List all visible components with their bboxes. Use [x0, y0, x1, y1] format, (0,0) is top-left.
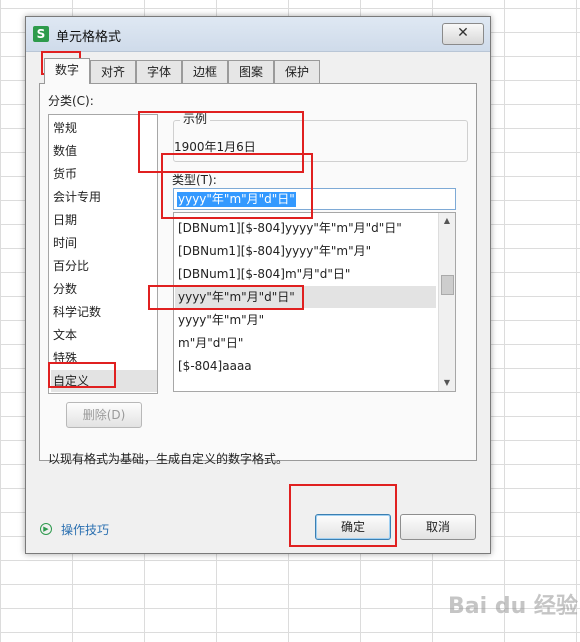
format-cells-dialog: S 单元格格式 ✕ 数字 对齐 字体 边框 图案 保护 分类(C): 常规 数值… — [25, 16, 491, 554]
category-item[interactable]: 常规 — [53, 117, 77, 139]
type-label: 类型(T): — [172, 173, 217, 187]
tab-number[interactable]: 数字 — [44, 58, 90, 84]
watermark: Bai du 经验 — [448, 594, 578, 619]
scroll-thumb[interactable] — [441, 275, 454, 295]
close-icon: ✕ — [457, 25, 469, 41]
format-item[interactable]: yyyy"年"m"月" — [178, 309, 264, 331]
tab-border[interactable]: 边框 — [182, 60, 228, 83]
app-icon: S — [33, 26, 49, 42]
tips-link[interactable]: 操作技巧 — [61, 521, 109, 538]
format-list-scrollbar[interactable]: ▲ ▼ — [438, 213, 455, 391]
number-tab-panel: 分类(C): 常规 数值 货币 会计专用 日期 时间 百分比 分数 科学记数 文… — [39, 83, 477, 466]
cancel-button[interactable]: 取消 — [400, 514, 476, 540]
category-item[interactable]: 分数 — [53, 278, 77, 300]
sample-value: 1900年1月6日 — [174, 140, 256, 154]
category-item[interactable]: 百分比 — [53, 255, 89, 277]
category-item-custom[interactable]: 自定义 — [51, 370, 157, 392]
format-item[interactable]: [DBNum1][$-804]yyyy"年"m"月"d"日" — [178, 217, 402, 239]
tab-pattern[interactable]: 图案 — [228, 60, 274, 83]
category-item[interactable]: 数值 — [53, 140, 77, 162]
tab-font[interactable]: 字体 — [136, 60, 182, 83]
title-bar[interactable]: S 单元格格式 ✕ — [26, 17, 490, 52]
category-item[interactable]: 文本 — [53, 324, 77, 346]
format-item[interactable]: [DBNum1][$-804]m"月"d"日" — [178, 263, 350, 285]
tab-alignment[interactable]: 对齐 — [90, 60, 136, 83]
format-item[interactable]: [DBNum1][$-804]yyyy"年"m"月" — [178, 240, 371, 262]
category-label: 分类(C): — [48, 94, 94, 108]
format-item[interactable]: m"月"d"日" — [178, 332, 243, 354]
category-item[interactable]: 会计专用 — [53, 186, 101, 208]
delete-button[interactable]: 删除(D) — [66, 402, 142, 428]
scroll-down-icon[interactable]: ▼ — [439, 375, 455, 391]
category-item[interactable]: 特殊 — [53, 347, 77, 369]
ok-button[interactable]: 确定 — [315, 514, 391, 540]
category-list[interactable]: 常规 数值 货币 会计专用 日期 时间 百分比 分数 科学记数 文本 特殊 自定… — [48, 114, 158, 394]
type-input-value: yyyy"年"m"月"d"日" — [177, 192, 296, 207]
format-list[interactable]: [DBNum1][$-804]yyyy"年"m"月"d"日" [DBNum1][… — [173, 212, 456, 392]
category-item[interactable]: 货币 — [53, 163, 77, 185]
category-item[interactable]: 日期 — [53, 209, 77, 231]
category-item[interactable]: 科学记数 — [53, 301, 101, 323]
dialog-title: 单元格格式 — [56, 30, 122, 45]
category-item[interactable]: 时间 — [53, 232, 77, 254]
format-item[interactable]: [$-804]aaaa — [178, 355, 252, 377]
type-input[interactable]: yyyy"年"m"月"d"日" — [173, 188, 456, 210]
close-button[interactable]: ✕ — [442, 23, 484, 45]
tab-protection[interactable]: 保护 — [274, 60, 320, 83]
format-item-selected[interactable]: yyyy"年"m"月"d"日" — [175, 286, 436, 308]
sample-legend: 示例 — [180, 110, 211, 127]
scroll-up-icon[interactable]: ▲ — [439, 213, 455, 229]
tips-icon[interactable]: ▶ — [40, 523, 52, 535]
format-description: 以现有格式为基础，生成自定义的数字格式。 — [48, 452, 289, 466]
